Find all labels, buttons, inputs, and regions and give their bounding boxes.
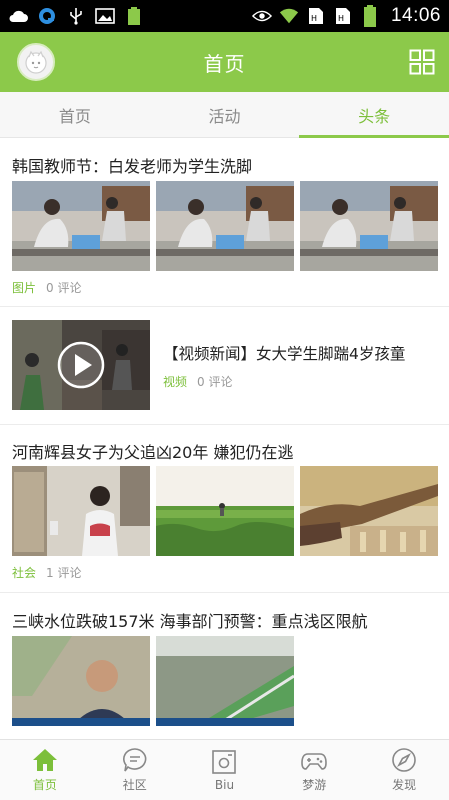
list-item[interactable]: 三峡水位跌破157米 海事部门预警：重点浅区限航 xyxy=(0,593,449,739)
sim-icon: H xyxy=(333,7,353,25)
svg-text:H: H xyxy=(311,14,317,23)
nav-dreamtour[interactable]: 梦游 xyxy=(269,740,359,800)
nav-label: 发现 xyxy=(392,778,417,792)
clock: 14:06 xyxy=(390,5,441,26)
page-title: 首页 xyxy=(203,51,246,76)
comment-count: 0 评论 xyxy=(46,281,82,295)
status-bar: H H 14:06 xyxy=(0,0,449,32)
nav-label: 社区 xyxy=(122,778,147,792)
nav-label: 梦游 xyxy=(302,778,327,792)
gamepad-icon xyxy=(301,753,328,770)
category-tag: 社会 xyxy=(12,566,37,580)
grid-menu-button[interactable] xyxy=(409,49,435,75)
video-thumbnail xyxy=(12,320,150,410)
list-item[interactable]: 韩国教师节：白发老师为学生洗脚 图片 0 评论 xyxy=(0,139,449,307)
battery-small-icon xyxy=(124,7,144,25)
image-icon xyxy=(95,7,115,25)
compass-icon xyxy=(392,748,416,772)
news-feed: 韩国教师节：白发老师为学生洗脚 图片 0 评论 【视频新闻】女大学生脚踹4岁孩童… xyxy=(0,139,449,739)
comment-count: 1 评论 xyxy=(46,566,82,580)
wifi-icon xyxy=(279,7,299,25)
news-thumbnail xyxy=(156,181,294,271)
tab-activity[interactable]: 活动 xyxy=(150,92,300,137)
news-title: 【视频新闻】女大学生脚踹4岁孩童 xyxy=(163,345,406,363)
play-icon[interactable] xyxy=(56,340,106,390)
tab-home[interactable]: 首页 xyxy=(0,92,150,137)
home-icon xyxy=(32,749,57,771)
avatar[interactable] xyxy=(17,43,55,81)
app-header: 首页 xyxy=(0,32,449,92)
battery-icon xyxy=(360,5,380,27)
news-thumbnail xyxy=(156,636,294,726)
eye-icon xyxy=(251,7,272,25)
news-thumbnail xyxy=(12,181,150,271)
nav-label: 首页 xyxy=(32,778,57,792)
news-thumbnail xyxy=(156,466,294,556)
list-item[interactable]: 河南辉县女子为父追凶20年 嫌犯仍在逃 社会 1 评论 xyxy=(0,425,449,593)
category-tag: 图片 xyxy=(12,281,37,295)
nav-label: Biu xyxy=(214,777,235,792)
news-title: 韩国教师节：白发老师为学生洗脚 xyxy=(12,157,253,176)
list-item[interactable]: 【视频新闻】女大学生脚踹4岁孩童 视频 0 评论 xyxy=(0,307,449,425)
nav-biu[interactable]: Biu xyxy=(180,740,270,800)
user-avatar-icon xyxy=(25,50,47,74)
tab-headlines[interactable]: 头条 xyxy=(299,92,449,138)
nav-home[interactable]: 首页 xyxy=(0,740,90,800)
news-title: 河南辉县女子为父追凶20年 嫌犯仍在逃 xyxy=(12,443,294,462)
news-thumbnail xyxy=(12,466,150,556)
tab-bar: 首页 活动 头条 xyxy=(0,92,449,138)
nav-community[interactable]: 社区 xyxy=(90,740,180,800)
news-thumbnail xyxy=(300,466,438,556)
nav-discover[interactable]: 发现 xyxy=(359,740,449,800)
usb-icon xyxy=(66,7,86,25)
news-title: 三峡水位跌破157米 海事部门预警：重点浅区限航 xyxy=(12,612,368,631)
category-tag: 视频 xyxy=(163,375,188,389)
bottom-navigation: 首页 社区 Biu 梦游 发现 xyxy=(0,739,449,800)
svg-text:H: H xyxy=(338,14,344,23)
cloud-icon xyxy=(8,7,28,25)
news-thumbnail xyxy=(300,181,438,271)
news-thumbnail xyxy=(12,636,150,726)
camera-frame-icon xyxy=(212,749,237,774)
chat-bubble-icon xyxy=(122,748,147,772)
sim-icon: H xyxy=(306,7,326,25)
grid-icon xyxy=(409,49,435,75)
q-app-icon xyxy=(37,7,57,25)
comment-count: 0 评论 xyxy=(197,375,233,389)
